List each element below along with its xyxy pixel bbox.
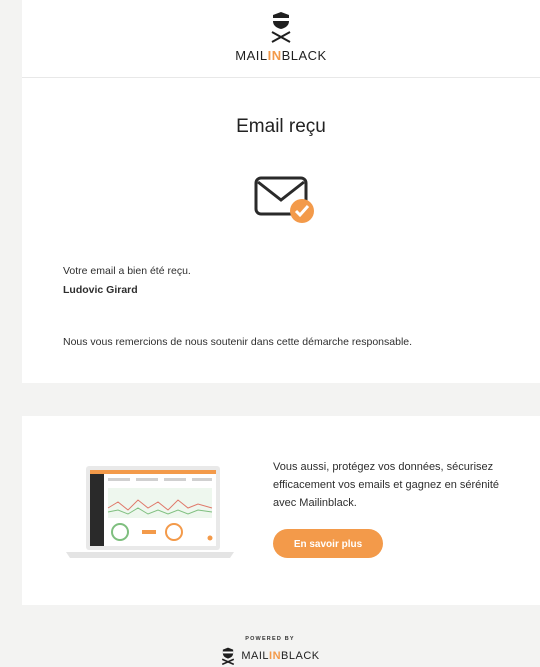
envelope-check-icon: [254, 176, 314, 223]
mailinblack-logo-icon: [222, 647, 235, 665]
logo-wordmark: MAILINBLACK: [235, 48, 327, 63]
footer-logo-wordmark: MAILINBLACK: [241, 650, 320, 662]
header: MAILINBLACK: [22, 0, 540, 78]
sender-name: Ludovic Girard: [63, 284, 138, 296]
confirmation-card: Email reçu Votre email a bien été reçu. …: [22, 78, 540, 383]
brand-logo[interactable]: MAILINBLACK: [22, 11, 540, 63]
thanks-text: Nous vous remercions de nous soutenir da…: [63, 336, 413, 348]
learn-more-button[interactable]: En savoir plus: [273, 529, 383, 558]
footer: POWERED BY MAILINBLACK: [0, 636, 540, 665]
promo-card: Vous aussi, protégez vos données, sécuri…: [22, 416, 540, 605]
footer-brand-logo[interactable]: MAILINBLACK: [0, 647, 540, 665]
promo-text: Vous aussi, protégez vos données, sécuri…: [273, 461, 500, 509]
page-title: Email reçu: [236, 116, 326, 137]
powered-by-label: POWERED BY: [245, 636, 295, 642]
confirmation-text: Votre email a bien été reçu.: [63, 265, 191, 277]
mailinblack-logo-icon: [271, 12, 291, 43]
laptop-dashboard-image: [66, 466, 234, 558]
